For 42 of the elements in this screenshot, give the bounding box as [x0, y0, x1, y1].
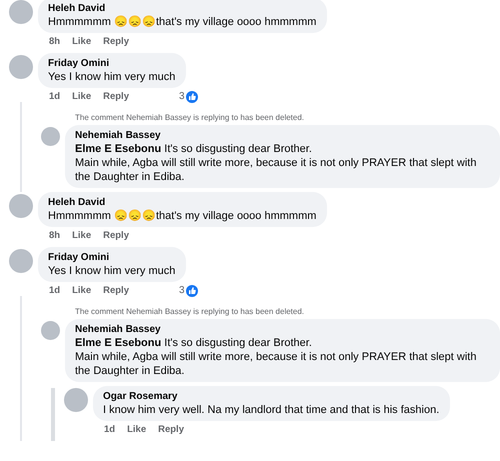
timestamp[interactable]: 1d [104, 424, 116, 436]
avatar[interactable] [64, 388, 88, 412]
avatar[interactable] [9, 0, 33, 24]
timestamp[interactable]: 1d [49, 285, 60, 297]
like-link[interactable]: Like [127, 424, 146, 436]
deleted-notice: The comment Nehemiah Bassey is replying to has been deleted. [74, 306, 306, 318]
thumbs-up-icon[interactable] [186, 285, 198, 297]
reply-link[interactable]: Reply [103, 230, 129, 242]
author-name[interactable]: Ogar Rosemary [103, 390, 440, 403]
timestamp[interactable]: 8h [49, 36, 60, 48]
comment-text: Hmmmmmm 😞😞😞that's my village oooo hmmmmm [48, 15, 316, 29]
reaction-count: 3 [178, 285, 185, 297]
author-name[interactable]: Friday Omini [48, 57, 176, 70]
author-name[interactable]: Nehemiah Bassey [75, 323, 489, 336]
avatar[interactable] [9, 55, 33, 79]
reply-link[interactable]: Reply [158, 424, 184, 436]
reply-link[interactable]: Reply [103, 285, 129, 297]
like-link[interactable]: Like [72, 230, 92, 242]
avatar[interactable] [41, 127, 60, 146]
deleted-notice: The comment Nehemiah Bassey is replying to has been deleted. [74, 112, 306, 124]
comment-text: Yes I know him very much [48, 264, 176, 278]
reaction-count: 3 [178, 91, 185, 103]
author-name[interactable]: Friday Omini [48, 251, 176, 264]
author-name[interactable]: Heleh David [48, 2, 316, 15]
timestamp[interactable]: 1d [49, 91, 60, 103]
like-link[interactable]: Like [72, 285, 92, 297]
avatar[interactable] [41, 321, 60, 340]
comment-text: Elme E Esebonu It's so disgusting dear Brother. Main while, Agba will still write more, because it is not only PRAYER that slept with the Daughter in Ediba. [75, 336, 478, 378]
like-link[interactable]: Like [72, 36, 92, 48]
comment-text: Yes I know him very much [48, 70, 176, 84]
comment-text: I know him very well. Na my landlord that time and that is his fashion. [103, 403, 440, 417]
author-name[interactable]: Heleh David [48, 196, 316, 209]
reply-link[interactable]: Reply [103, 91, 129, 103]
timestamp[interactable]: 8h [49, 230, 60, 242]
comment-text: Elme E Esebonu It's so disgusting dear Brother. Main while, Agba will still write more, because it is not only PRAYER that slept with the Daughter in Ediba. [75, 142, 478, 184]
reply-link[interactable]: Reply [103, 36, 129, 48]
avatar[interactable] [9, 249, 33, 273]
author-name[interactable]: Nehemiah Bassey [75, 129, 489, 142]
comment-text: Hmmmmmm 😞😞😞that's my village oooo hmmmmm [48, 209, 316, 223]
like-link[interactable]: Like [72, 91, 92, 103]
thumbs-up-icon[interactable] [186, 91, 198, 103]
avatar[interactable] [9, 194, 33, 218]
